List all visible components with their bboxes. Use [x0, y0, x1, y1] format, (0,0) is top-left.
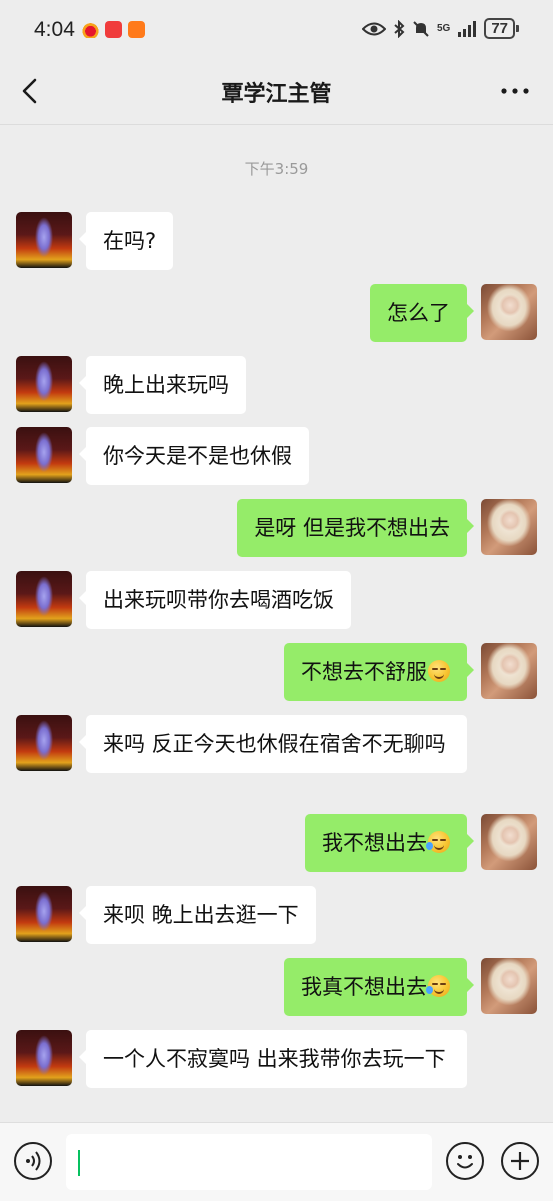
contact-avatar[interactable]	[16, 571, 72, 627]
message-text: 我真不想出去	[301, 975, 427, 999]
contact-avatar[interactable]	[16, 1030, 72, 1086]
mute-bell-icon	[413, 20, 429, 37]
message-timestamp: 下午3:59	[244, 160, 309, 178]
voice-icon	[26, 1151, 41, 1171]
status-indicators: 5G 77	[361, 18, 519, 39]
contact-avatar[interactable]	[16, 356, 72, 412]
message-input-bar	[0, 1122, 553, 1201]
sent-message-bubble[interactable]: 我真不想出去	[284, 958, 474, 1016]
battery-level: 77	[484, 18, 515, 39]
battery-icon: 77	[484, 18, 519, 39]
smiley-icon	[457, 1155, 473, 1169]
plus-icon	[511, 1152, 529, 1170]
status-bar: 4:04 5G 77	[0, 0, 553, 62]
eye-icon	[361, 22, 386, 35]
voice-input-button[interactable]	[14, 1142, 52, 1180]
received-message-bubble[interactable]: 在吗?	[78, 212, 174, 270]
sent-message-bubble[interactable]: 不想去不舒服	[284, 643, 474, 701]
pensive-emoji-icon	[428, 660, 450, 682]
my-avatar[interactable]	[481, 499, 537, 555]
my-avatar[interactable]	[481, 958, 537, 1014]
crying-emoji-icon	[426, 975, 450, 997]
text-caret	[78, 1150, 80, 1176]
my-avatar[interactable]	[481, 284, 537, 340]
emoji-button[interactable]	[446, 1142, 484, 1180]
contact-avatar[interactable]	[16, 212, 72, 268]
sent-message-bubble[interactable]: 怎么了	[370, 284, 474, 342]
contact-avatar[interactable]	[16, 427, 72, 483]
weibo-icon	[82, 21, 99, 38]
app-notification-icon	[105, 21, 122, 38]
contact-avatar[interactable]	[16, 715, 72, 771]
signal-icon	[458, 20, 477, 37]
more-options-icon[interactable]	[499, 76, 531, 106]
crying-emoji-icon	[426, 831, 450, 853]
received-message-bubble[interactable]: 来呗 晚上出去逛一下	[79, 886, 316, 944]
message-text: 不想去不舒服	[301, 660, 427, 684]
contact-avatar[interactable]	[16, 886, 72, 942]
message-input[interactable]	[66, 1134, 432, 1190]
sent-message-bubble[interactable]: 是呀 但是我不想出去	[237, 499, 474, 557]
my-avatar[interactable]	[481, 814, 537, 870]
chat-header: 覃学江主管	[0, 62, 553, 125]
received-message-bubble[interactable]: 你今天是不是也休假	[79, 427, 309, 485]
received-message-bubble[interactable]: 一个人不寂寞吗 出来我带你去玩一下	[79, 1030, 467, 1088]
network-label: 5G	[436, 23, 451, 34]
chat-title: 覃学江主管	[221, 82, 332, 107]
my-avatar[interactable]	[481, 643, 537, 699]
received-message-bubble[interactable]: 出来玩呗带你去喝酒吃饭	[79, 571, 351, 629]
message-text: 我不想出去	[322, 831, 427, 855]
more-functions-button[interactable]	[501, 1142, 539, 1180]
sent-message-bubble[interactable]: 我不想出去	[305, 814, 474, 872]
received-message-bubble[interactable]: 晚上出来玩吗	[79, 356, 246, 414]
status-time: 4:04	[34, 18, 75, 41]
notification-icons	[82, 21, 145, 38]
app-notification-icon	[128, 21, 145, 38]
bluetooth-icon	[394, 19, 405, 38]
received-message-bubble[interactable]: 来吗 反正今天也休假在宿舍不无聊吗	[79, 715, 467, 773]
